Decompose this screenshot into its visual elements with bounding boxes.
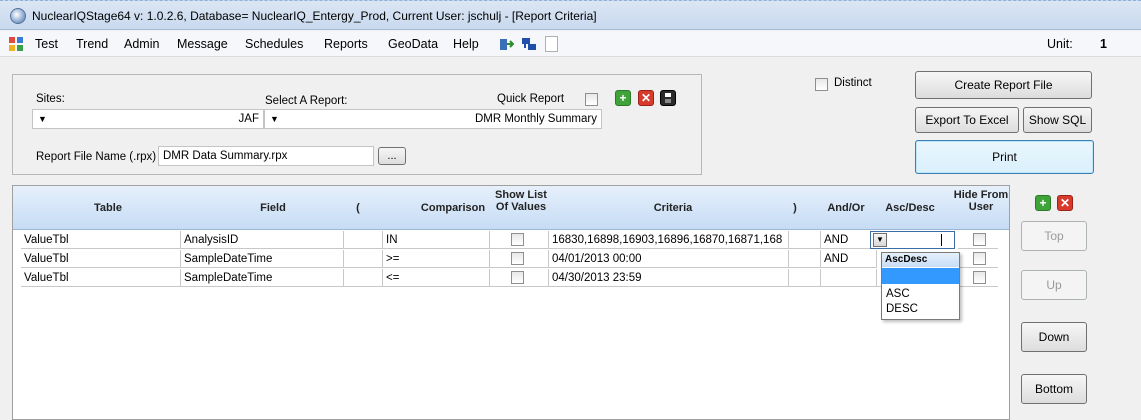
menu-reports[interactable]: Reports xyxy=(324,37,368,51)
sites-value: JAF xyxy=(238,113,259,125)
cell-criteria[interactable]: 04/01/2013 00:00 xyxy=(549,250,789,268)
show-list-checkbox[interactable] xyxy=(511,233,524,246)
add-row-icon[interactable]: + xyxy=(1035,195,1051,211)
window-title: NuclearIQStage64 v: 1.0.2.6, Database= N… xyxy=(32,9,597,23)
file-name-label: Report File Name (.rpx) xyxy=(36,151,157,163)
cell-and-or[interactable]: AND xyxy=(821,250,877,268)
menu-bar: Test Trend Admin Message Schedules Repor… xyxy=(0,31,1141,57)
cell-open-paren[interactable] xyxy=(344,231,383,249)
criteria-grid: Table Field ( Comparison Show List Of Va… xyxy=(12,185,1010,420)
menu-message[interactable]: Message xyxy=(177,37,228,51)
add-icon[interactable]: + xyxy=(615,90,631,106)
cell-field[interactable]: AnalysisID xyxy=(181,231,344,249)
save-icon[interactable] xyxy=(660,90,676,106)
header-asc-desc[interactable]: Asc/Desc xyxy=(875,202,945,214)
chevron-down-icon: ▼ xyxy=(270,114,279,124)
cell-table[interactable]: ValueTbl xyxy=(21,269,181,287)
cell-open-paren[interactable] xyxy=(344,269,383,287)
hide-checkbox[interactable] xyxy=(973,233,986,246)
menu-test[interactable]: Test xyxy=(35,37,58,51)
show-sql-button[interactable]: Show SQL xyxy=(1023,107,1092,133)
show-list-checkbox[interactable] xyxy=(511,271,524,284)
cell-comparison[interactable]: IN xyxy=(383,231,490,249)
cell-criteria[interactable]: 04/30/2013 23:59 xyxy=(549,269,789,287)
unit-label: Unit: xyxy=(1047,37,1073,51)
quick-report-checkbox[interactable] xyxy=(585,93,598,106)
cell-close-paren[interactable] xyxy=(789,231,821,249)
header-and-or[interactable]: And/Or xyxy=(816,202,876,214)
header-criteria[interactable]: Criteria xyxy=(633,202,713,214)
cell-show-list[interactable] xyxy=(490,269,549,287)
menu-help[interactable]: Help xyxy=(453,37,479,51)
report-label: Select A Report: xyxy=(265,95,348,107)
header-close-paren[interactable]: ) xyxy=(785,202,805,214)
grid-header: Table Field ( Comparison Show List Of Va… xyxy=(13,186,1009,230)
header-show-list[interactable]: Show List Of Values xyxy=(491,189,551,213)
network-icon[interactable] xyxy=(521,36,537,52)
header-open-paren[interactable]: ( xyxy=(348,202,368,214)
export-to-excel-button[interactable]: Export To Excel xyxy=(915,107,1019,133)
cell-show-list[interactable] xyxy=(490,250,549,268)
move-up-button[interactable]: Up xyxy=(1021,270,1087,300)
header-table[interactable]: Table xyxy=(68,202,148,214)
cell-field[interactable]: SampleDateTime xyxy=(181,250,344,268)
asc-desc-dropdown: AscDesc ASC DESC xyxy=(881,252,960,320)
move-bottom-button[interactable]: Bottom xyxy=(1021,374,1087,404)
report-value: DMR Monthly Summary xyxy=(474,113,597,125)
header-field[interactable]: Field xyxy=(233,202,313,214)
cell-table[interactable]: ValueTbl xyxy=(21,231,181,249)
move-top-button[interactable]: Top xyxy=(1021,221,1087,251)
report-select[interactable]: ▼ DMR Monthly Summary xyxy=(264,109,602,129)
cell-show-list[interactable] xyxy=(490,231,549,249)
hide-checkbox[interactable] xyxy=(973,252,986,265)
exit-icon[interactable] xyxy=(498,36,515,52)
show-list-checkbox[interactable] xyxy=(511,252,524,265)
document-icon[interactable] xyxy=(545,36,558,52)
cell-field[interactable]: SampleDateTime xyxy=(181,269,344,287)
header-comparison[interactable]: Comparison xyxy=(413,202,493,214)
create-report-file-button[interactable]: Create Report File xyxy=(915,71,1092,99)
app-icon xyxy=(10,8,26,24)
asc-desc-combo[interactable]: ▼ xyxy=(870,231,955,249)
cell-table[interactable]: ValueTbl xyxy=(21,250,181,268)
dropdown-option-asc[interactable]: ASC xyxy=(886,288,910,300)
title-bar: NuclearIQStage64 v: 1.0.2.6, Database= N… xyxy=(0,0,1141,30)
cell-hide[interactable] xyxy=(958,269,998,287)
sites-label: Sites: xyxy=(36,93,65,105)
unit-value: 1 xyxy=(1100,37,1107,51)
header-hide[interactable]: Hide From User xyxy=(953,189,1009,213)
hide-checkbox[interactable] xyxy=(973,271,986,284)
cell-comparison[interactable]: >= xyxy=(383,250,490,268)
cell-hide[interactable] xyxy=(958,250,998,268)
cell-open-paren[interactable] xyxy=(344,250,383,268)
text-cursor xyxy=(941,234,942,246)
print-button[interactable]: Print xyxy=(915,140,1094,174)
move-down-button[interactable]: Down xyxy=(1021,322,1087,352)
cell-hide[interactable] xyxy=(958,231,998,249)
quick-report-label: Quick Report xyxy=(497,93,565,105)
menu-trend[interactable]: Trend xyxy=(76,37,108,51)
cell-close-paren[interactable] xyxy=(789,250,821,268)
browse-button[interactable]: ... xyxy=(378,147,406,165)
cell-close-paren[interactable] xyxy=(789,269,821,287)
cell-and-or[interactable]: AND xyxy=(821,231,877,249)
dropdown-header: AscDesc xyxy=(882,253,959,267)
cell-comparison[interactable]: <= xyxy=(383,269,490,287)
dropdown-option-empty[interactable] xyxy=(882,268,959,284)
cell-criteria[interactable]: 16830,16898,16903,16896,16870,16871,168 xyxy=(549,231,789,249)
cell-and-or[interactable] xyxy=(821,269,877,287)
window-menu-icon[interactable] xyxy=(8,36,24,52)
menu-schedules[interactable]: Schedules xyxy=(245,37,303,51)
menu-geodata[interactable]: GeoData xyxy=(388,37,438,51)
chevron-down-icon: ▼ xyxy=(38,114,47,124)
distinct-label: Distinct xyxy=(834,77,872,89)
distinct-checkbox[interactable] xyxy=(815,78,828,91)
menu-admin[interactable]: Admin xyxy=(124,37,159,51)
chevron-down-icon[interactable]: ▼ xyxy=(873,233,887,247)
file-name-input[interactable]: DMR Data Summary.rpx xyxy=(158,146,374,166)
delete-row-icon[interactable]: ✕ xyxy=(1057,195,1073,211)
sites-select[interactable]: ▼ JAF xyxy=(32,109,264,129)
delete-icon[interactable]: ✕ xyxy=(638,90,654,106)
dropdown-option-desc[interactable]: DESC xyxy=(886,303,918,315)
